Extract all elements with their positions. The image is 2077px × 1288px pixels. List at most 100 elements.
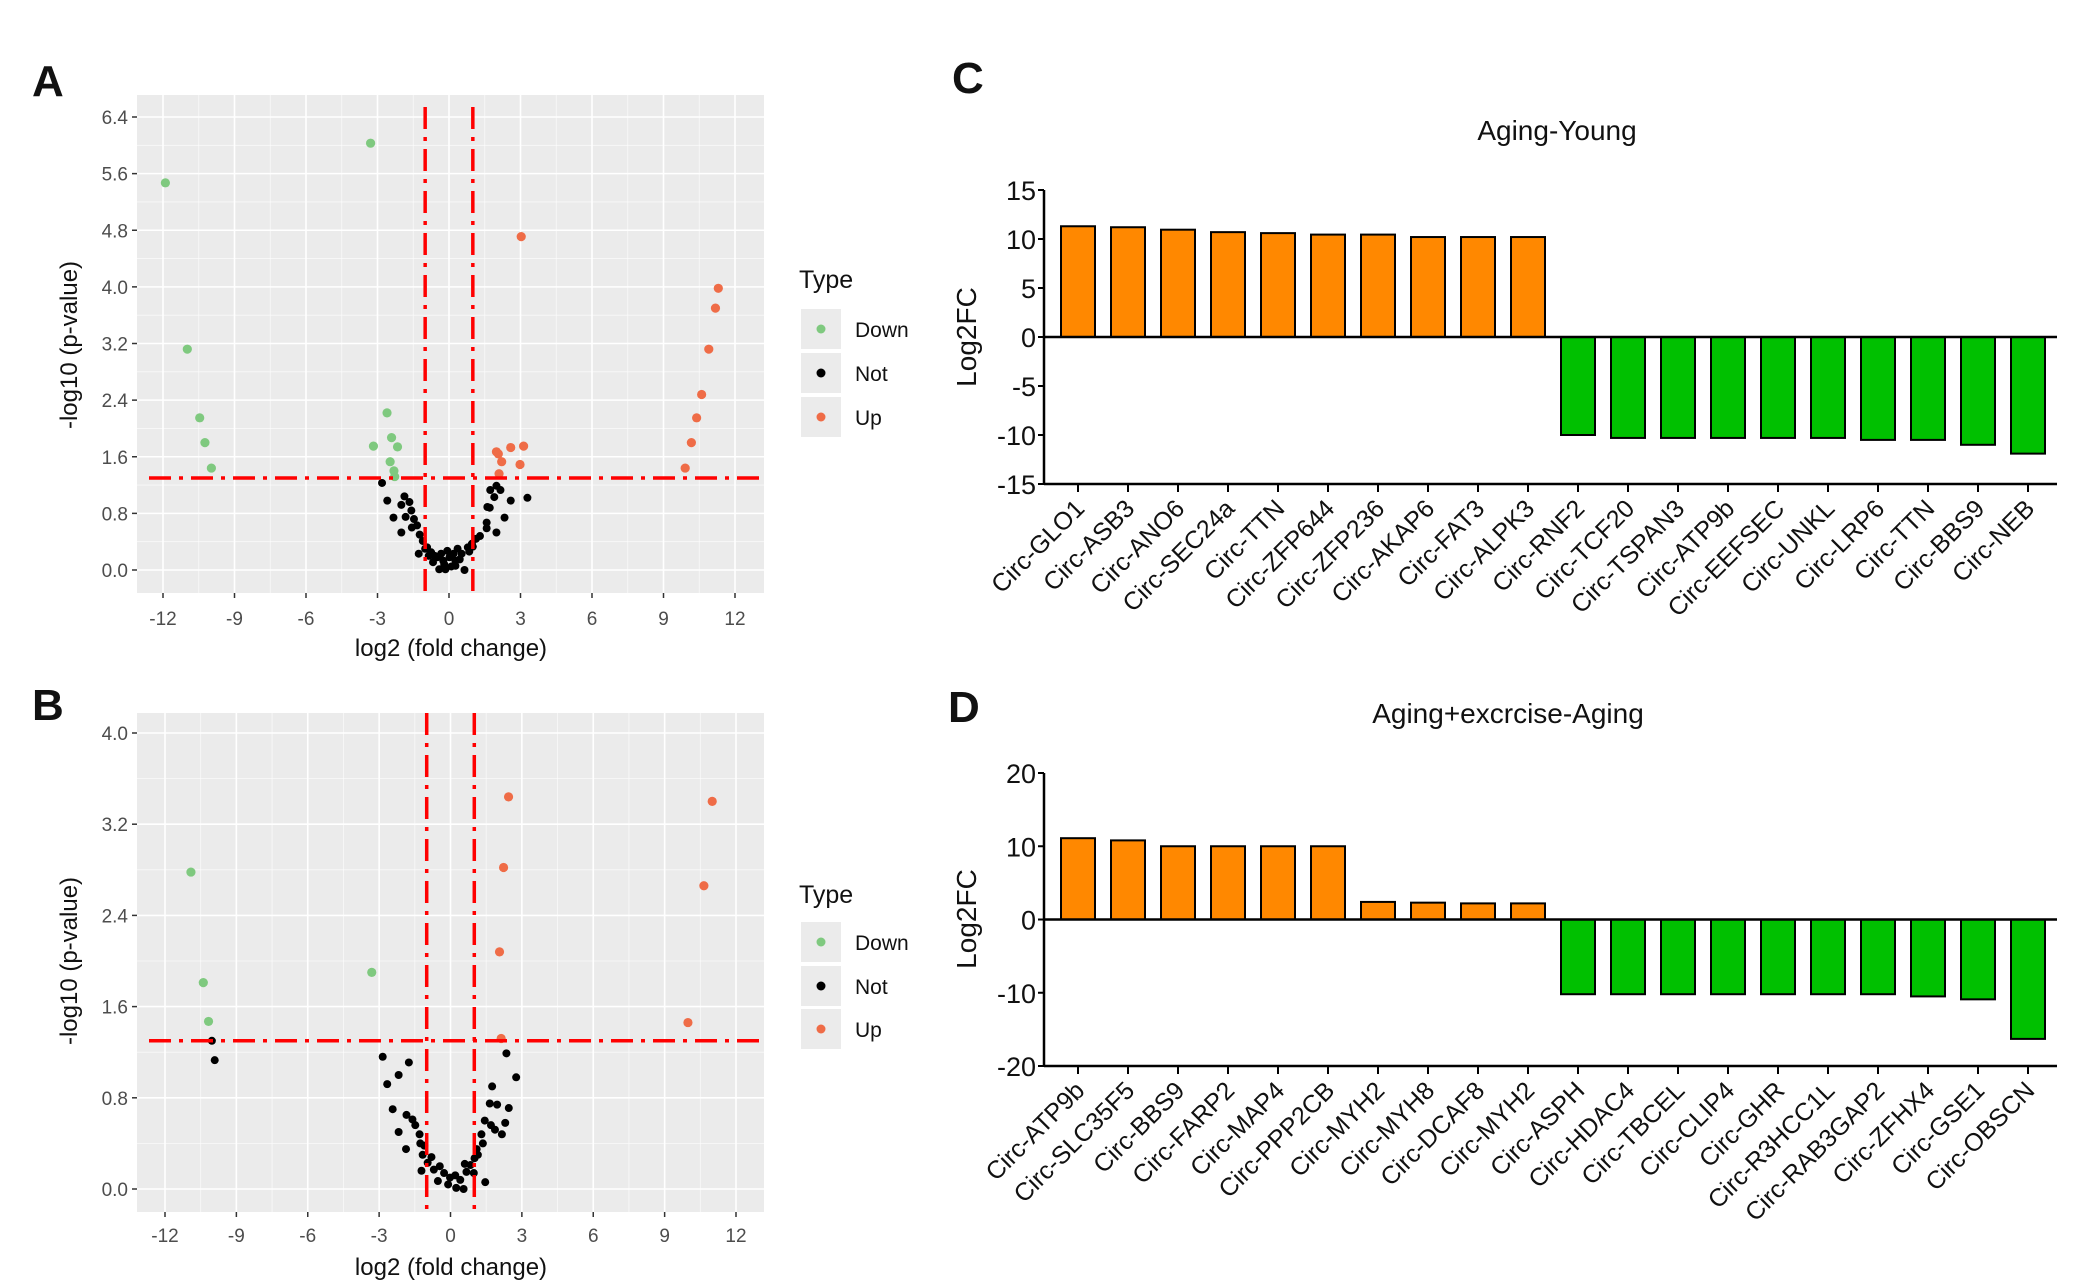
data-point-not: [394, 1071, 403, 1079]
data-point-not: [415, 1130, 424, 1139]
data-point-not: [490, 493, 499, 502]
y-tick-label: 2.4: [102, 391, 129, 412]
y-tick-label: 1.6: [102, 448, 128, 469]
data-point-down: [367, 967, 377, 978]
data-point-not: [453, 544, 462, 553]
data-point-not: [502, 1049, 511, 1058]
bar: [1510, 902, 1546, 921]
x-tick-label: 6: [587, 609, 598, 630]
bar: [1710, 336, 1746, 439]
data-point-up: [506, 442, 516, 453]
legend-a: Type Down Not Up: [799, 266, 909, 437]
bar-chart-d: D Aging+excrcise-Aging Log2FC 20 10 0 -10 -2…: [948, 683, 2057, 1227]
bars-c: [1060, 225, 2046, 455]
data-point-not: [433, 1177, 442, 1186]
axes-d: [1042, 773, 2057, 1068]
data-point-not: [462, 1167, 471, 1176]
bar: [1910, 918, 1946, 998]
data-point-not: [397, 500, 406, 509]
data-point-not: [523, 493, 532, 502]
bar: [1610, 918, 1646, 996]
legend-key-down-icon: [816, 324, 826, 334]
bar: [1260, 232, 1296, 338]
data-point-not: [405, 498, 414, 507]
bar: [1860, 918, 1896, 996]
bar: [1210, 231, 1246, 338]
data-point-not: [492, 528, 501, 537]
y-tick-label: 4.0: [102, 724, 128, 745]
y-tick-label: 2.4: [102, 906, 129, 927]
bar: [1510, 236, 1546, 338]
data-point-up: [697, 389, 707, 400]
x-tick-label: -9: [226, 609, 243, 630]
data-point-up: [704, 344, 714, 354]
bar: [1660, 336, 1696, 439]
figure: A 0.0 0.8 1.6 2.4 3.2 4.0 4.8 5.6 6.4 -12 -9 -6 -3 0…: [32, 54, 2057, 1281]
y-tick-label: 0.8: [102, 1089, 128, 1110]
data-point-not: [459, 1185, 468, 1193]
data-point-not: [504, 1104, 513, 1113]
y-tick-label: -10: [997, 979, 1036, 1009]
bar: [1110, 226, 1146, 339]
y-tick-label: 4.8: [102, 221, 128, 242]
y-tick-label: 4.0: [102, 278, 128, 299]
y-tick-label: 0.0: [102, 561, 128, 582]
data-point-not: [477, 1130, 486, 1139]
y-axis-title-a: -log10 (p-value): [56, 261, 83, 429]
y-ticks-d: 20 10 0 -10 -20: [997, 759, 1044, 1082]
bars-d: [1060, 837, 2046, 1040]
x-tick-label: 9: [658, 609, 669, 630]
bar: [1210, 845, 1246, 921]
chart-title-d: Aging+excrcise-Aging: [1372, 698, 1644, 729]
data-point-not: [388, 1105, 397, 1114]
bar: [1410, 236, 1446, 338]
legend-label-not: Not: [855, 363, 888, 386]
data-point-not: [383, 496, 392, 505]
x-tick-label: -12: [151, 1226, 178, 1247]
bar: [1560, 918, 1596, 996]
bar: [1560, 336, 1596, 436]
volcano-plot-b: B 0.0 0.8 1.6 2.4 3.2 4.0 -12 -9 -6 -3 0 3 6 9 12 log…: [32, 681, 909, 1281]
y-tick-label: 5.6: [102, 165, 128, 186]
data-point-not: [512, 1073, 521, 1082]
x-tick-label: 3: [517, 1226, 528, 1247]
y-ticks-c: 15 10 5 0 -5 -10 -15: [997, 176, 1044, 500]
data-point-up: [515, 459, 525, 470]
data-point-up: [516, 232, 526, 242]
data-point-not: [455, 555, 464, 564]
x-tick-label: -12: [149, 609, 176, 630]
data-point-up: [692, 413, 702, 423]
x-tick-label: -3: [371, 1226, 388, 1247]
bar: [1710, 918, 1746, 996]
y-tick-label: 3.2: [102, 335, 128, 356]
bar: [1810, 336, 1846, 439]
bar: [1610, 336, 1646, 439]
data-point-not: [490, 1125, 499, 1134]
y-tick-label: 5: [1021, 274, 1036, 304]
data-point-not: [414, 549, 423, 558]
data-point-not: [460, 566, 469, 574]
data-point-up: [494, 947, 505, 957]
data-point-not: [501, 1118, 510, 1127]
data-point-not: [394, 1128, 403, 1136]
bar: [2010, 336, 2046, 455]
legend-label-down: Down: [855, 319, 909, 342]
data-point-down: [392, 442, 403, 452]
bar: [1260, 845, 1296, 921]
data-point-not: [378, 478, 387, 487]
data-point-up: [518, 441, 529, 451]
y-axis-title-b: -log10 (p-value): [56, 877, 83, 1045]
data-point-not: [407, 506, 416, 515]
y-tick-label: 15: [1006, 176, 1036, 206]
x-tick-label: 3: [515, 609, 526, 630]
x-tick-label: -9: [228, 1226, 245, 1247]
bar: [1360, 900, 1396, 921]
data-point-not: [378, 1052, 387, 1061]
bar: [1110, 839, 1146, 921]
x-axis-title-b: log2 (fold change): [355, 1254, 547, 1281]
data-point-not: [481, 1178, 490, 1187]
data-point-not: [493, 1100, 502, 1109]
category-labels-d: Circ-ATP9bCirc-SLC35F5Circ-BBS9Circ-FARP…: [980, 1066, 2040, 1227]
data-point-not: [435, 1162, 444, 1171]
y-tick-label: 0: [1021, 323, 1036, 353]
